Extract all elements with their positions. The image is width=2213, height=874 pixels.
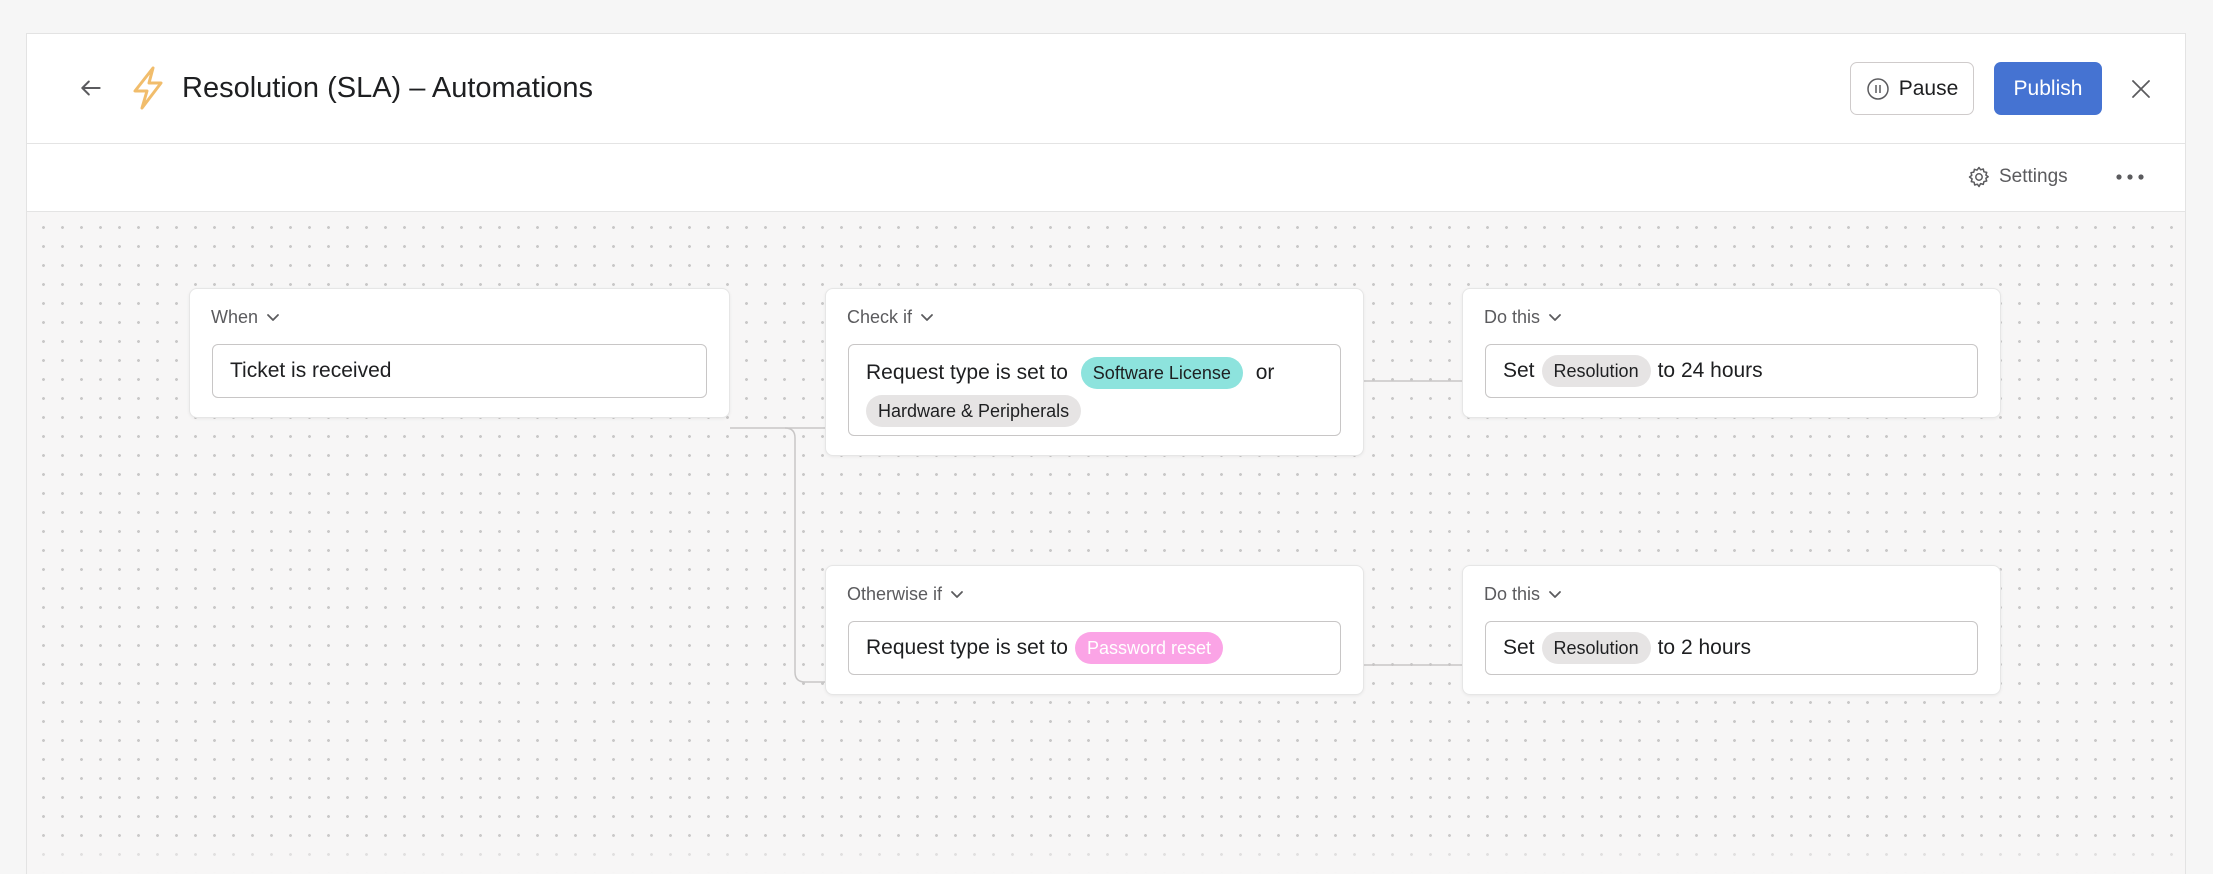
action-label: Do this [1484, 307, 1541, 327]
field-chip: Resolution [1541, 632, 1651, 664]
action-verb: Set [1503, 636, 1535, 659]
workflow-canvas: When Ticket is received Check if Request… [27, 212, 2185, 874]
action-label: Do this [1484, 584, 1541, 604]
more-options-button[interactable] [2110, 162, 2150, 192]
trigger-node: When Ticket is received [189, 288, 730, 418]
action-field[interactable]: Set Resolution to 24 hours [1485, 344, 1978, 398]
canvas-fade [27, 834, 2185, 874]
pause-circle-icon [1866, 77, 1889, 100]
condition-prefix: Request type is set to [866, 361, 1068, 384]
trigger-type-dropdown[interactable]: When [211, 307, 280, 328]
trigger-value: Ticket is received [230, 359, 392, 382]
action-type-dropdown[interactable]: Do this [1484, 584, 1562, 605]
page-title: Resolution (SLA) – Automations [182, 72, 594, 104]
action-value: to 24 hours [1657, 359, 1763, 382]
automation-editor-panel: Resolution (SLA) – Automations Pause Pub… [26, 33, 2186, 874]
condition-type-dropdown[interactable]: Check if [847, 307, 934, 328]
condition-node-check-if: Check if Request type is set to Software… [825, 288, 1364, 456]
publish-button[interactable]: Publish [1994, 62, 2102, 115]
more-horizontal-icon [2116, 174, 2144, 180]
chevron-down-icon [1549, 314, 1561, 321]
editor-toolbar: Settings [27, 144, 2185, 212]
trigger-value-field[interactable]: Ticket is received [212, 344, 707, 398]
action-verb: Set [1503, 359, 1535, 382]
condition-label: Check if [847, 307, 913, 327]
field-chip: Resolution [1541, 355, 1651, 387]
request-type-chip: Hardware & Peripherals [866, 395, 1082, 428]
settings-label: Settings [1999, 166, 2068, 187]
chevron-down-icon [1549, 591, 1561, 598]
pause-button[interactable]: Pause [1850, 62, 1974, 115]
action-node-2: Do this Set Resolution to 2 hours [1462, 565, 2001, 695]
chevron-down-icon [267, 314, 279, 321]
condition-node-otherwise-if: Otherwise if Request type is set to Pass… [825, 565, 1364, 695]
pause-label: Pause [1898, 76, 1959, 100]
request-type-chip: Password reset [1074, 632, 1224, 664]
condition-prefix: Request type is set to [866, 636, 1068, 659]
request-type-chip: Software License [1080, 357, 1243, 390]
close-button[interactable] [2121, 69, 2161, 109]
action-type-dropdown[interactable]: Do this [1484, 307, 1562, 328]
lightning-bolt-icon [125, 64, 171, 112]
trigger-label: When [211, 307, 259, 327]
action-field[interactable]: Set Resolution to 2 hours [1485, 621, 1978, 675]
condition-field[interactable]: Request type is set to Password reset [848, 621, 1341, 675]
chevron-down-icon [951, 591, 963, 598]
action-node-1: Do this Set Resolution to 24 hours [1462, 288, 2001, 418]
back-button[interactable] [71, 68, 111, 108]
condition-type-dropdown[interactable]: Otherwise if [847, 584, 964, 605]
chevron-down-icon [921, 314, 933, 321]
close-icon [2132, 80, 2150, 98]
condition-joiner: or [1255, 361, 1275, 384]
gear-icon [1968, 166, 1989, 188]
condition-label: Otherwise if [847, 584, 943, 604]
editor-header: Resolution (SLA) – Automations Pause Pub… [27, 34, 2185, 144]
settings-button[interactable]: Settings [1967, 162, 2068, 192]
arrow-left-icon [81, 80, 101, 96]
condition-field[interactable]: Request type is set to Software License … [848, 344, 1341, 436]
action-value: to 2 hours [1657, 636, 1751, 659]
